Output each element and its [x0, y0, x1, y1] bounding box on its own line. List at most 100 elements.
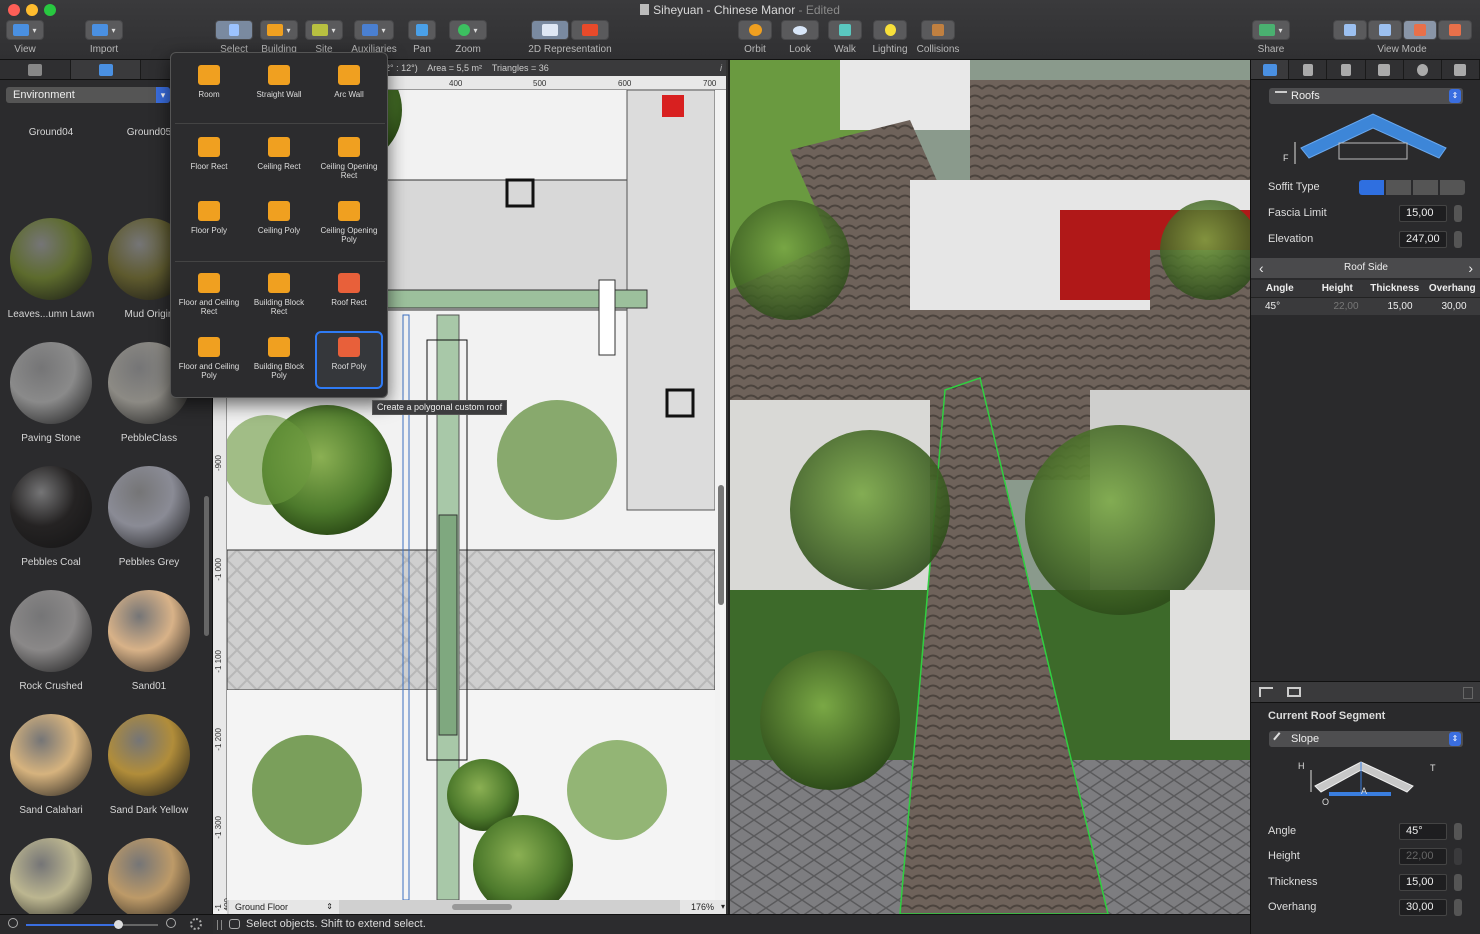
- plan-2d-button[interactable]: [531, 20, 569, 40]
- segment-type-select[interactable]: Slope ⇕: [1269, 731, 1463, 747]
- material-item[interactable]: Sand01: [100, 590, 198, 692]
- category-select[interactable]: Environment ▾: [6, 87, 170, 103]
- tab-camera[interactable]: [1366, 60, 1404, 79]
- overhang-stepper[interactable]: [1454, 899, 1462, 916]
- toolbar-2d-representation[interactable]: 2D Representation: [520, 20, 620, 55]
- view-mode-elevation-button[interactable]: [1367, 20, 1402, 40]
- soffit-type-option-1[interactable]: [1359, 180, 1384, 195]
- look-button[interactable]: [781, 20, 819, 40]
- toolbar-select[interactable]: Select: [214, 20, 254, 55]
- tool-building-block-rect[interactable]: Building Block Rect: [245, 273, 313, 316]
- toolbar-auxiliaries[interactable]: ▾ Auxiliaries: [350, 20, 398, 55]
- toolbar-collisions[interactable]: Collisions: [915, 20, 961, 55]
- lighting-button[interactable]: [873, 20, 907, 40]
- info-icon[interactable]: i: [720, 60, 722, 76]
- walk-button[interactable]: [828, 20, 862, 40]
- chevron-left-icon[interactable]: ‹: [1259, 258, 1264, 278]
- toolbar-walk[interactable]: Walk: [826, 20, 864, 55]
- site-button[interactable]: ▾: [305, 20, 343, 40]
- material-item[interactable]: Sand Desert: [2, 838, 100, 914]
- view-button[interactable]: ▾: [6, 20, 44, 40]
- toolbar-look[interactable]: Look: [781, 20, 819, 55]
- material-item[interactable]: Pebbles Coal: [2, 466, 100, 568]
- plan-3d-button[interactable]: [571, 20, 609, 40]
- tab-furniture[interactable]: [0, 60, 71, 79]
- zoom-in-icon[interactable]: [166, 918, 176, 928]
- auxiliaries-button[interactable]: ▾: [354, 20, 394, 40]
- zoom-button[interactable]: ▾: [449, 20, 487, 40]
- material-item[interactable]: Sand Calahari: [2, 714, 100, 816]
- plan-scrollbar[interactable]: [718, 485, 724, 605]
- 3d-view[interactable]: [730, 60, 1250, 914]
- tool-ceiling-rect[interactable]: Ceiling Rect: [245, 137, 313, 171]
- soffit-type-option-3[interactable]: [1413, 180, 1438, 195]
- tool-ceiling-opening-rect[interactable]: Ceiling Opening Rect: [315, 137, 383, 180]
- tab-light[interactable]: [1404, 60, 1442, 79]
- building-button[interactable]: ▾: [260, 20, 298, 40]
- tool-building-block-poly[interactable]: Building Block Poly: [245, 337, 313, 380]
- tool-floor-and-ceiling-rect[interactable]: Floor and Ceiling Rect: [175, 273, 243, 316]
- thickness-field[interactable]: 15,00: [1399, 874, 1447, 891]
- collisions-button[interactable]: [921, 20, 955, 40]
- import-button[interactable]: ▾: [85, 20, 123, 40]
- toolbar-building[interactable]: ▾ Building: [258, 20, 300, 55]
- orbit-button[interactable]: [738, 20, 772, 40]
- floor-select[interactable]: Ground Floor ⇕: [229, 900, 339, 914]
- tab-building[interactable]: [1442, 60, 1480, 79]
- trash-icon[interactable]: [1463, 687, 1473, 699]
- toolbar-lighting[interactable]: Lighting: [869, 20, 911, 55]
- soffit-type-option-2[interactable]: [1386, 180, 1411, 195]
- tab-materials[interactable]: [70, 60, 142, 79]
- select-button[interactable]: [215, 20, 253, 40]
- col-height[interactable]: Height: [1309, 283, 1367, 294]
- tab-roof-inspector[interactable]: [1251, 60, 1290, 79]
- view-mode-split-button[interactable]: [1402, 20, 1437, 40]
- plan-horizontal-scrollbar[interactable]: [452, 904, 512, 910]
- tool-ceiling-poly[interactable]: Ceiling Poly: [245, 201, 313, 235]
- table-row[interactable]: 45° 22,00 15,00 30,00: [1251, 298, 1480, 315]
- tool-floor-poly[interactable]: Floor Poly: [175, 201, 243, 235]
- zoom-select[interactable]: 176% ▾: [680, 900, 726, 914]
- toolbar-site[interactable]: ▾ Site: [304, 20, 344, 55]
- fascia-limit-field[interactable]: 15,00: [1399, 205, 1447, 222]
- tool-room[interactable]: Room: [175, 65, 243, 99]
- grip-icon[interactable]: [217, 920, 222, 930]
- toolbar-zoom[interactable]: ▾ Zoom: [448, 20, 488, 55]
- house-outline-icon[interactable]: [1287, 687, 1301, 697]
- view-mode-3d-button[interactable]: [1437, 20, 1472, 40]
- library-scrollbar[interactable]: [204, 496, 209, 636]
- angle-stepper[interactable]: [1454, 823, 1462, 840]
- roof-segment-icon[interactable]: [1259, 687, 1273, 697]
- toolbar-view[interactable]: ▾ View: [5, 20, 45, 55]
- toolbar-orbit[interactable]: Orbit: [736, 20, 774, 55]
- material-item[interactable]: Sand Dark Yellow: [100, 714, 198, 816]
- tool-arc-wall[interactable]: Arc Wall: [315, 65, 383, 99]
- toolbar-import[interactable]: ▾ Import: [84, 20, 124, 55]
- tool-straight-wall[interactable]: Straight Wall: [245, 65, 313, 99]
- elevation-stepper[interactable]: [1454, 231, 1462, 248]
- slider-knob[interactable]: [114, 920, 123, 929]
- tab-paint[interactable]: [1289, 60, 1328, 79]
- zoom-out-icon[interactable]: [8, 918, 18, 928]
- tool-floor-rect[interactable]: Floor Rect: [175, 137, 243, 171]
- gear-icon[interactable]: [190, 918, 202, 930]
- col-overhang[interactable]: Overhang: [1424, 283, 1480, 294]
- material-item[interactable]: Ground04: [2, 118, 100, 138]
- thumbnail-size-slider[interactable]: [26, 920, 158, 929]
- toolbar-view-mode[interactable]: View Mode: [1332, 20, 1472, 55]
- roof-type-select[interactable]: Roofs ⇕: [1269, 88, 1463, 104]
- angle-field[interactable]: 45°: [1399, 823, 1447, 840]
- material-item[interactable]: Pebbles Grey: [100, 466, 198, 568]
- toolbar-share[interactable]: ▾ Share: [1251, 20, 1291, 55]
- fascia-limit-stepper[interactable]: [1454, 205, 1462, 222]
- soffit-type-option-4[interactable]: [1440, 180, 1465, 195]
- material-item[interactable]: Rock Crushed: [2, 590, 100, 692]
- tool-ceiling-opening-poly[interactable]: Ceiling Opening Poly: [315, 201, 383, 244]
- overhang-field[interactable]: 30,00: [1399, 899, 1447, 916]
- col-angle[interactable]: Angle: [1251, 283, 1309, 294]
- col-thickness[interactable]: Thickness: [1366, 283, 1424, 294]
- thickness-stepper[interactable]: [1454, 874, 1462, 891]
- tab-edit[interactable]: [1327, 60, 1366, 79]
- view-mode-plan-button[interactable]: [1332, 20, 1367, 40]
- material-item[interactable]: Leaves...umn Lawn: [2, 218, 100, 320]
